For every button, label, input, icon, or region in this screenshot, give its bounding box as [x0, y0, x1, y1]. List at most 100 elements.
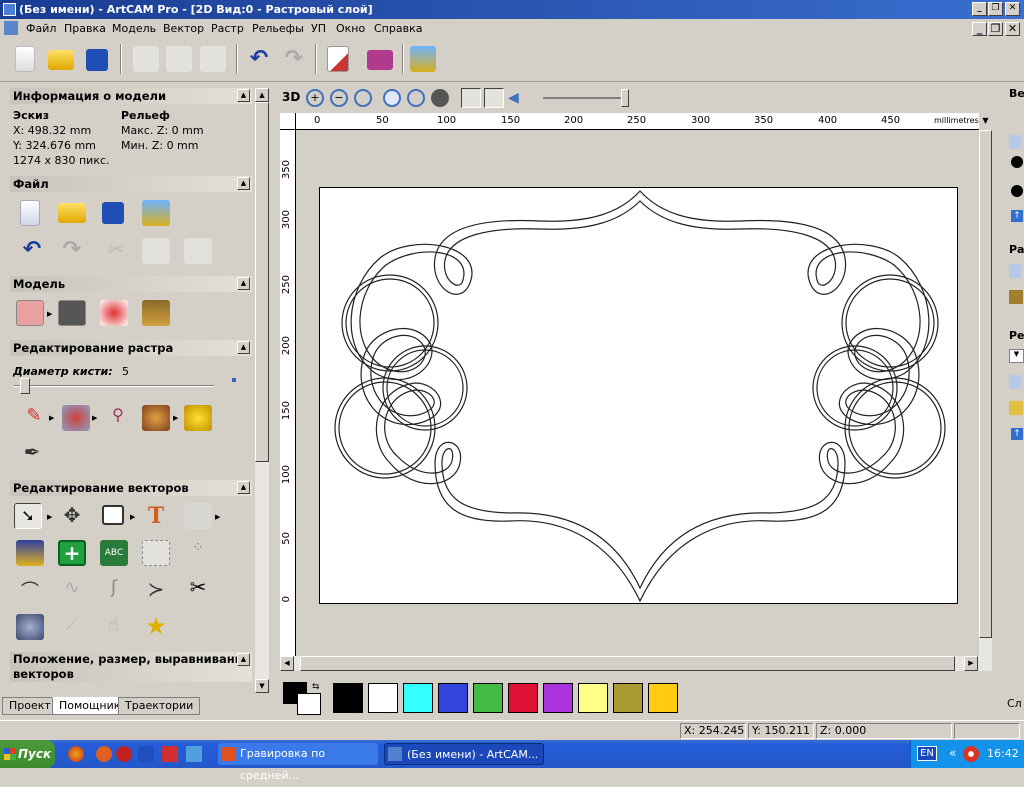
- dropdown-arrow-icon[interactable]: ▶: [215, 513, 220, 521]
- up-arrow-icon[interactable]: ↑: [1011, 428, 1023, 440]
- position-header[interactable]: Положение, размер, выравнивание векторов…: [10, 652, 252, 682]
- start-button[interactable]: Пуск: [0, 740, 55, 768]
- import-icon[interactable]: [410, 46, 436, 72]
- color-swatch[interactable]: [648, 683, 678, 713]
- menu-window[interactable]: Окно: [336, 22, 365, 35]
- dot-icon[interactable]: [1011, 185, 1023, 197]
- redo-icon[interactable]: ↷: [58, 237, 86, 263]
- close-button[interactable]: ✕: [1005, 2, 1020, 16]
- language-indicator[interactable]: EN: [917, 746, 937, 761]
- color-swatch[interactable]: [508, 683, 538, 713]
- hand-icon[interactable]: ☝: [100, 614, 128, 640]
- smooth-icon[interactable]: ∿: [58, 577, 86, 603]
- color-swatch[interactable]: [613, 683, 643, 713]
- secondary-color-swatch[interactable]: [297, 693, 321, 715]
- brush-slider-thumb[interactable]: [20, 378, 30, 394]
- menu-file[interactable]: Файл: [26, 22, 56, 35]
- brush-slider-track[interactable]: [14, 385, 214, 387]
- select-arrow-icon[interactable]: ➘: [14, 503, 42, 529]
- menu-edit[interactable]: Правка: [64, 22, 106, 35]
- model-header[interactable]: Модель ▲: [10, 276, 252, 292]
- pencil-icon[interactable]: ✎: [20, 405, 48, 431]
- layer-blend-icon[interactable]: [484, 88, 504, 108]
- panel-item-icon[interactable]: [1009, 401, 1023, 415]
- bezier-icon[interactable]: ʃ: [100, 577, 128, 603]
- swap-colors-icon[interactable]: ⇆: [312, 682, 320, 692]
- dot-icon[interactable]: [1011, 156, 1023, 168]
- canvas-vertical-scrollbar[interactable]: [979, 130, 992, 656]
- quicklaunch-icon[interactable]: [186, 746, 202, 762]
- scroll-down-button[interactable]: ▼: [255, 679, 269, 693]
- panel-item-icon[interactable]: [1009, 264, 1021, 278]
- vector-edit-header[interactable]: Редактирование векторов ▲: [10, 480, 252, 496]
- zoom-all-icon[interactable]: [431, 89, 449, 107]
- canvas-horizontal-scrollbar[interactable]: ◀ ▶: [280, 656, 992, 671]
- paint-fill-icon[interactable]: [62, 405, 90, 431]
- file-header[interactable]: Файл ▲: [10, 176, 252, 192]
- mdi-minimize-button[interactable]: _: [972, 22, 987, 36]
- save-icon[interactable]: [102, 202, 124, 224]
- pen-icon[interactable]: ✒: [18, 440, 46, 466]
- add-icon[interactable]: +: [58, 540, 86, 566]
- cut-icon[interactable]: [133, 46, 159, 72]
- view-slider-track[interactable]: [543, 97, 623, 99]
- raster-edit-header[interactable]: Редактирование растра ▲: [10, 340, 252, 356]
- weld-icon[interactable]: [16, 614, 44, 640]
- color-swatch[interactable]: [368, 683, 398, 713]
- abc-text-icon[interactable]: ABC: [100, 540, 128, 566]
- copy-icon[interactable]: [166, 46, 192, 72]
- taskbar-item-artcam[interactable]: (Без имени) - ArtCAM...: [384, 743, 544, 765]
- paste-icon[interactable]: [200, 46, 226, 72]
- tray-app-icon[interactable]: [963, 746, 979, 762]
- menu-help[interactable]: Справка: [374, 22, 422, 35]
- book-icon[interactable]: [367, 50, 393, 70]
- scroll-thumb[interactable]: [255, 102, 269, 462]
- ruler-menu-button[interactable]: ▼: [979, 113, 992, 130]
- tab-assistant[interactable]: Помощник: [52, 697, 128, 715]
- 3d-view-button[interactable]: 3D: [282, 90, 300, 104]
- taskbar-item-engraving[interactable]: Гравировка по средней...: [218, 743, 378, 782]
- folder-open-icon[interactable]: [58, 203, 86, 223]
- tab-project[interactable]: Проект: [2, 697, 58, 715]
- firefox-icon[interactable]: [68, 746, 84, 762]
- dropdown-arrow-icon[interactable]: ▶: [49, 414, 54, 422]
- up-arrow-icon[interactable]: ↑: [1011, 210, 1023, 222]
- collapse-icon[interactable]: ▲: [237, 653, 250, 666]
- scroll-thumb[interactable]: [979, 130, 992, 638]
- scissors-vector-icon[interactable]: ✂: [184, 575, 212, 601]
- cut-icon[interactable]: ✂: [102, 237, 130, 263]
- layer-toggle-icon[interactable]: [461, 88, 481, 108]
- view-slider-thumb[interactable]: [621, 89, 629, 107]
- grid-icon[interactable]: [142, 540, 170, 566]
- mona-lisa-icon[interactable]: [1009, 290, 1023, 304]
- scroll-left-button[interactable]: ◀: [280, 656, 294, 671]
- zoom-out-icon[interactable]: −: [330, 89, 348, 107]
- dropdown-icon[interactable]: ▼: [1009, 349, 1024, 363]
- save-icon[interactable]: [138, 746, 154, 762]
- dropdown-arrow-icon[interactable]: ▶: [173, 414, 178, 422]
- minimize-button[interactable]: _: [972, 2, 987, 16]
- folder-open-icon[interactable]: [48, 50, 74, 70]
- model-area[interactable]: [319, 187, 958, 604]
- collapse-icon[interactable]: ▲: [237, 177, 250, 190]
- nodes-icon[interactable]: ⁘: [184, 540, 212, 566]
- menu-model[interactable]: Модель: [112, 22, 156, 35]
- tray-expand-icon[interactable]: «: [949, 746, 956, 760]
- tab-toolpaths[interactable]: Траектории: [118, 697, 201, 715]
- mona-lisa-icon[interactable]: [142, 300, 170, 326]
- palette-icon[interactable]: [142, 405, 170, 431]
- save-icon[interactable]: [86, 49, 108, 71]
- collapse-icon[interactable]: ▲: [237, 89, 250, 102]
- rectangle-icon[interactable]: [102, 505, 124, 525]
- restore-button[interactable]: ❐: [988, 2, 1003, 16]
- grayscale-image-icon[interactable]: [58, 300, 86, 326]
- scroll-up-button[interactable]: ▲: [255, 88, 269, 102]
- mdi-close-button[interactable]: ✕: [1005, 22, 1020, 36]
- zoom-fit-icon[interactable]: [354, 89, 372, 107]
- scroll-thumb[interactable]: [300, 656, 955, 671]
- color-swap-icon[interactable]: [184, 405, 212, 431]
- undo-icon[interactable]: ↶: [18, 237, 46, 263]
- red-figure-icon[interactable]: [100, 300, 128, 326]
- offset-icon[interactable]: ⟋: [58, 614, 86, 640]
- weave-icon[interactable]: [184, 503, 212, 529]
